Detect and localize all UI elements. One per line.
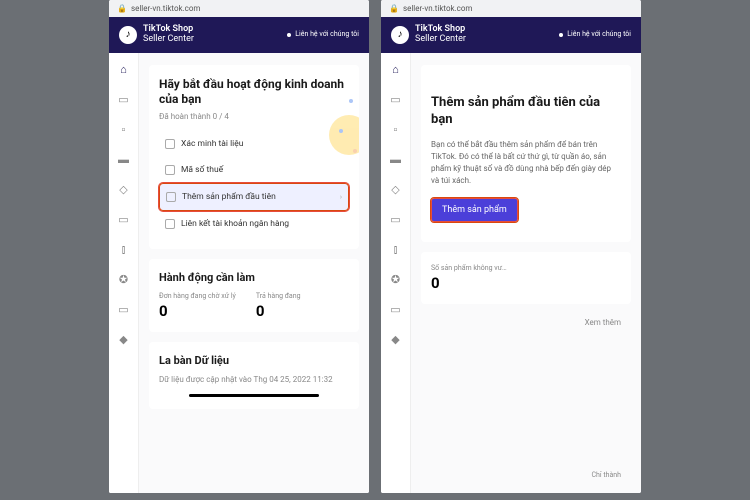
message-icon[interactable]: ▭ bbox=[389, 303, 403, 317]
gem-icon[interactable]: ◆ bbox=[117, 333, 131, 347]
data-title: La bàn Dữ liệu bbox=[159, 354, 349, 367]
bank-icon bbox=[165, 219, 175, 229]
orders-icon[interactable]: ▭ bbox=[389, 93, 403, 107]
url-bar: 🔒 seller-vn.tiktok.com bbox=[109, 0, 369, 17]
metric-pending: Đơn hàng đang chờ xử lý 0 bbox=[159, 292, 236, 320]
footer-text: Chỉ thành bbox=[421, 469, 631, 481]
product-icon bbox=[166, 192, 176, 202]
todo-card: Số sản phẩm không vư… 0 bbox=[421, 252, 631, 304]
task-bank[interactable]: Liên kết tài khoản ngân hàng bbox=[159, 211, 349, 237]
url-bar: 🔒 seller-vn.tiktok.com bbox=[381, 0, 641, 17]
data-compass-card: La bàn Dữ liệu Dữ liệu được cập nhật vào… bbox=[149, 342, 359, 409]
phone-right: 🔒 seller-vn.tiktok.com ♪ TikTok Shop Sel… bbox=[381, 0, 641, 493]
box-icon[interactable]: ▫ bbox=[389, 123, 403, 137]
divider-bar bbox=[189, 394, 319, 397]
box-icon[interactable]: ▫ bbox=[117, 123, 131, 137]
view-more-link[interactable]: Xem thêm bbox=[421, 314, 631, 331]
sidebar: ⌂ ▭ ▫ ▬ ◇ ▭ ⫾ ✪ ▭ ◆ bbox=[381, 53, 411, 493]
lock-icon: 🔒 bbox=[117, 4, 127, 13]
orders-icon[interactable]: ▭ bbox=[117, 93, 131, 107]
medal-icon[interactable]: ✪ bbox=[117, 273, 131, 287]
add-product-button[interactable]: Thêm sản phẩm bbox=[431, 198, 518, 222]
brand-text: TikTok Shop Seller Center bbox=[143, 25, 194, 45]
main-left: Hãy bắt đầu hoạt động kinh doanh của bạn… bbox=[139, 53, 369, 493]
tag-icon[interactable]: ◇ bbox=[389, 183, 403, 197]
metric-returns: Trả hàng đang 0 bbox=[256, 292, 301, 320]
tag-icon[interactable]: ◇ bbox=[117, 183, 131, 197]
url-text: seller-vn.tiktok.com bbox=[403, 4, 472, 13]
tiktok-logo-icon: ♪ bbox=[119, 26, 137, 44]
sidebar: ⌂ ▭ ▫ ▬ ◇ ▭ ⫾ ✪ ▭ ◆ bbox=[109, 53, 139, 493]
medal-icon[interactable]: ✪ bbox=[389, 273, 403, 287]
header-contact[interactable]: Liên hệ với chúng tôi bbox=[559, 31, 631, 39]
illustration bbox=[321, 95, 359, 185]
truck-icon[interactable]: ▬ bbox=[117, 153, 131, 167]
metric-products: Số sản phẩm không vư… 0 bbox=[431, 264, 507, 292]
tiktok-logo-icon: ♪ bbox=[391, 26, 409, 44]
chart-icon[interactable]: ⫾ bbox=[117, 243, 131, 257]
truck-icon[interactable]: ▬ bbox=[389, 153, 403, 167]
header: ♪ TikTok Shop Seller Center Liên hệ với … bbox=[381, 17, 641, 53]
brand-text: TikTok Shop Seller Center bbox=[415, 25, 466, 45]
gem-icon[interactable]: ◆ bbox=[389, 333, 403, 347]
url-text: seller-vn.tiktok.com bbox=[131, 4, 200, 13]
home-icon[interactable]: ⌂ bbox=[389, 63, 403, 77]
todo-title: Hành động cần làm bbox=[159, 271, 349, 284]
data-sub: Dữ liệu được cập nhật vào Thg 04 25, 202… bbox=[159, 375, 349, 384]
header: ♪ TikTok Shop Seller Center Liên hệ với … bbox=[109, 17, 369, 53]
chevron-right-icon: › bbox=[340, 193, 342, 201]
card-icon[interactable]: ▭ bbox=[117, 213, 131, 227]
home-icon[interactable]: ⌂ bbox=[117, 63, 131, 77]
add-product-title: Thêm sản phẩm đầu tiên của bạn bbox=[431, 95, 621, 129]
phone-left: 🔒 seller-vn.tiktok.com ♪ TikTok Shop Sel… bbox=[109, 0, 369, 493]
hash-icon bbox=[165, 165, 175, 175]
add-product-desc: Bạn có thể bắt đầu thêm sản phẩm để bán … bbox=[431, 139, 621, 187]
add-product-card: Thêm sản phẩm đầu tiên của bạn Bạn có th… bbox=[421, 65, 631, 242]
todo-card: Hành động cần làm Đơn hàng đang chờ xử l… bbox=[149, 259, 359, 332]
main-right: Thêm sản phẩm đầu tiên của bạn Bạn có th… bbox=[411, 53, 641, 493]
lock-icon: 🔒 bbox=[389, 4, 399, 13]
task-add-product[interactable]: Thêm sản phẩm đầu tiên› bbox=[159, 183, 349, 211]
doc-icon bbox=[165, 139, 175, 149]
card-icon[interactable]: ▭ bbox=[389, 213, 403, 227]
onboarding-card: Hãy bắt đầu hoạt động kinh doanh của bạn… bbox=[149, 65, 359, 249]
message-icon[interactable]: ▭ bbox=[117, 303, 131, 317]
header-contact[interactable]: Liên hệ với chúng tôi bbox=[287, 31, 359, 39]
chart-icon[interactable]: ⫾ bbox=[389, 243, 403, 257]
